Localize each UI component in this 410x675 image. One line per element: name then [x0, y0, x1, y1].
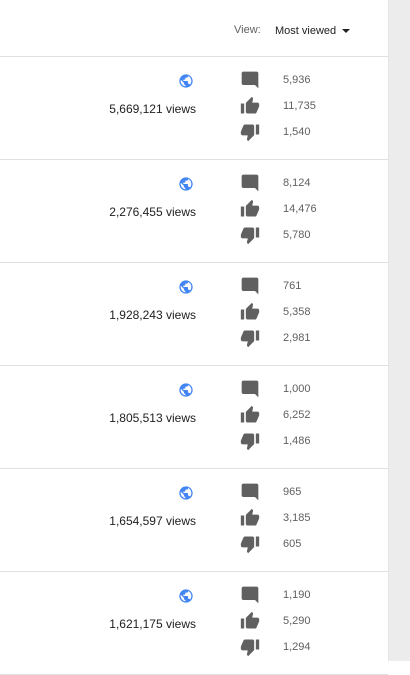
comment-icon: [240, 482, 260, 502]
video-row[interactable]: 1,654,597 views 965 3,185 605: [0, 469, 388, 572]
comment-count: 1,190: [283, 589, 311, 601]
comment-count: 5,936: [283, 74, 311, 86]
dislikes-stat: 2,981: [240, 328, 360, 348]
globe-icon: [178, 485, 194, 501]
dislikes-stat: 1,540: [240, 122, 360, 142]
comments-stat: 8,124: [240, 173, 360, 193]
dislike-count: 2,981: [283, 332, 311, 344]
comment-count: 761: [283, 280, 302, 292]
dislike-count: 1,294: [283, 641, 311, 653]
likes-stat: 6,252: [240, 405, 360, 425]
video-rows: 5,669,121 views 5,936 11,735 1,540 2,276,455…: [0, 57, 388, 675]
thumbs-down-icon: [240, 122, 260, 142]
scrollbar[interactable]: [388, 0, 410, 661]
sort-selected-value: Most viewed: [275, 25, 337, 37]
thumbs-down-icon: [240, 431, 260, 451]
thumbs-down-icon: [240, 328, 260, 348]
comment-icon: [240, 70, 260, 90]
thumbs-up-icon: [240, 96, 260, 116]
thumbs-down-icon: [240, 225, 260, 245]
comment-icon: [240, 173, 260, 193]
view-count: 1,928,243 views: [109, 308, 196, 322]
video-row[interactable]: 5,669,121 views 5,936 11,735 1,540: [0, 57, 388, 160]
thumbs-up-icon: [240, 199, 260, 219]
comment-count: 8,124: [283, 177, 311, 189]
thumbs-down-icon: [240, 534, 260, 554]
likes-stat: 3,185: [240, 508, 360, 528]
dislike-count: 1,540: [283, 126, 311, 138]
like-count: 14,476: [283, 203, 317, 215]
thumbs-up-icon: [240, 508, 260, 528]
comment-icon: [240, 276, 260, 296]
thumbs-up-icon: [240, 405, 260, 425]
thumbs-up-icon: [240, 302, 260, 322]
view-count: 5,669,121 views: [109, 102, 196, 116]
view-count: 1,654,597 views: [109, 514, 196, 528]
thumbs-up-icon: [240, 611, 260, 631]
caret-down-icon: [342, 29, 351, 33]
list-header: View: Most viewed: [0, 0, 388, 57]
comment-count: 1,000: [283, 383, 311, 395]
likes-stat: 14,476: [240, 199, 360, 219]
comments-stat: 5,936: [240, 70, 360, 90]
dislike-count: 605: [283, 538, 302, 550]
comments-stat: 761: [240, 276, 360, 296]
view-count: 1,621,175 views: [109, 617, 196, 631]
comment-icon: [240, 379, 260, 399]
globe-icon: [178, 73, 194, 89]
globe-icon: [178, 382, 194, 398]
view-label: View:: [234, 24, 261, 36]
likes-stat: 11,735: [240, 96, 360, 116]
dislikes-stat: 5,780: [240, 225, 360, 245]
comments-stat: 965: [240, 482, 360, 502]
comment-icon: [240, 585, 260, 605]
dislikes-stat: 605: [240, 534, 360, 554]
like-count: 11,735: [283, 100, 316, 112]
thumbs-down-icon: [240, 637, 260, 657]
dislikes-stat: 1,486: [240, 431, 360, 451]
globe-icon: [178, 279, 194, 295]
comment-count: 965: [283, 486, 302, 498]
view-count: 1,805,513 views: [109, 411, 196, 425]
globe-icon: [178, 588, 194, 604]
dislike-count: 5,780: [283, 229, 311, 241]
like-count: 6,252: [283, 409, 311, 421]
like-count: 5,358: [283, 306, 311, 318]
likes-stat: 5,358: [240, 302, 360, 322]
dislikes-stat: 1,294: [240, 637, 360, 657]
video-row[interactable]: 1,805,513 views 1,000 6,252 1,486: [0, 366, 388, 469]
video-list-panel: View: Most viewed 5,669,121 views 5,936 11…: [0, 0, 388, 675]
like-count: 5,290: [283, 615, 311, 627]
comments-stat: 1,190: [240, 585, 360, 605]
view-count: 2,276,455 views: [109, 205, 196, 219]
video-row[interactable]: 1,621,175 views 1,190 5,290 1,294: [0, 572, 388, 675]
video-row[interactable]: 2,276,455 views 8,124 14,476 5,780: [0, 160, 388, 263]
globe-icon: [178, 176, 194, 192]
sort-dropdown[interactable]: Most viewed: [275, 22, 351, 40]
video-row[interactable]: 1,928,243 views 761 5,358 2,981: [0, 263, 388, 366]
dislike-count: 1,486: [283, 435, 311, 447]
like-count: 3,185: [283, 512, 311, 524]
likes-stat: 5,290: [240, 611, 360, 631]
comments-stat: 1,000: [240, 379, 360, 399]
